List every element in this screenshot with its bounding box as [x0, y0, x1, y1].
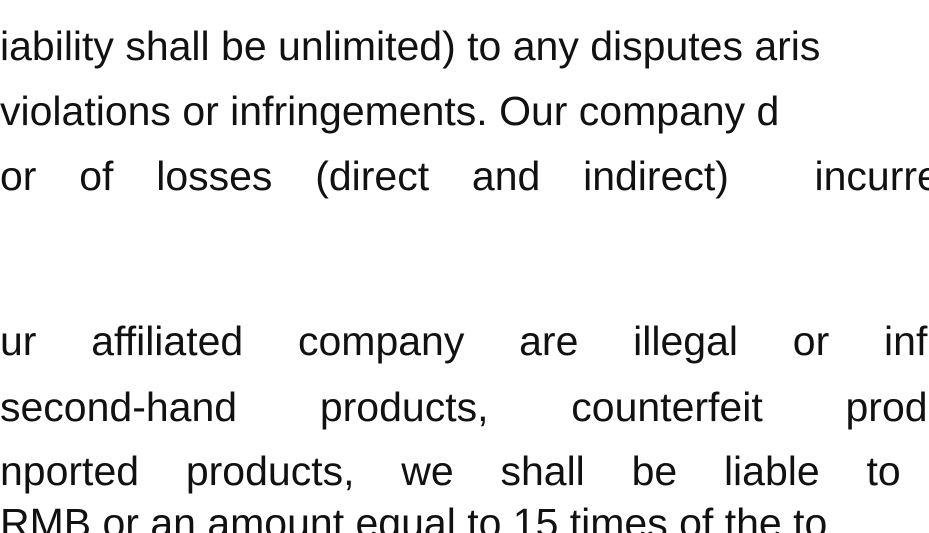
text-line-2: violations or infringements. Our company… — [0, 88, 780, 134]
text-line-5: second-hand products, counterfeit produc — [0, 384, 929, 430]
text-line-1: iability shall be unlimited) to any disp… — [0, 23, 821, 69]
text-line-3: or of losses (direct and indirect) incur… — [0, 153, 929, 199]
text-line-7: RMB or an amount equal to 15 times of th… — [0, 500, 828, 533]
text-line-6: nported products, we shall be liable to … — [0, 448, 929, 494]
text-line-4: ur affiliated company are illegal or inf… — [0, 318, 929, 364]
document-page: iability shall be unlimited) to any disp… — [0, 0, 929, 533]
